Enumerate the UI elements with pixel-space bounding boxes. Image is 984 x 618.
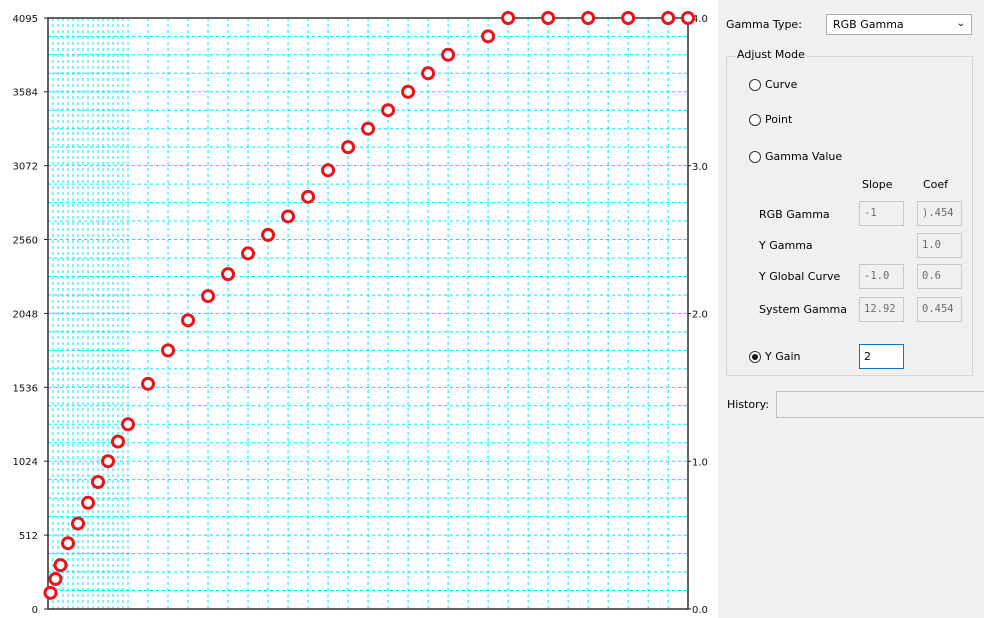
history-field[interactable]	[776, 391, 984, 418]
left-axis-tick-label: 2560	[13, 236, 38, 247]
curve-point[interactable]	[621, 11, 636, 25]
chevron-down-icon: ⌄	[956, 18, 965, 29]
curve-point[interactable]	[161, 343, 176, 358]
curve-point[interactable]	[341, 140, 356, 155]
curve-point[interactable]	[48, 571, 63, 586]
slope-column-header: Slope	[862, 178, 893, 191]
curve-point[interactable]	[301, 189, 316, 204]
right-axis-tick-label: 0.0	[692, 605, 708, 616]
curve-point[interactable]	[321, 163, 336, 178]
gamma-type-label: Gamma Type:	[726, 18, 802, 31]
left-axis-tick-label: 2048	[13, 309, 38, 320]
radio-gamma-value-label: Gamma Value	[765, 150, 843, 163]
gamma-type-dropdown[interactable]: RGB Gamma ⌄	[826, 14, 972, 35]
curve-point[interactable]	[61, 536, 76, 551]
coef-column-header: Coef	[923, 178, 949, 191]
system-gamma-row-label: System Gamma	[759, 303, 847, 316]
curve-point[interactable]	[101, 454, 116, 469]
rgb-gamma-row-label: RGB Gamma	[759, 208, 830, 221]
left-axis-tick-label: 4095	[13, 14, 38, 25]
y-global-curve-slope-field[interactable]: -1.0	[859, 264, 904, 289]
right-axis-tick-label: 3.0	[692, 162, 708, 173]
adjust-mode-title: Adjust Mode	[735, 48, 807, 61]
rgb-gamma-coef-field[interactable]: ).454	[917, 201, 962, 226]
radio-point-label: Point	[765, 113, 793, 126]
y-gain-input[interactable]: 2	[859, 344, 904, 369]
curve-point[interactable]	[581, 11, 596, 25]
curve-point[interactable]	[141, 376, 156, 391]
curve-point[interactable]	[53, 558, 68, 573]
curve-point[interactable]	[541, 11, 556, 25]
radio-curve-circle[interactable]	[749, 79, 761, 91]
y-global-curve-row-label: Y Global Curve	[759, 270, 841, 283]
radio-curve-label: Curve	[765, 78, 798, 91]
rgb-gamma-slope-field[interactable]: -1	[859, 201, 904, 226]
curve-point[interactable]	[661, 11, 676, 25]
left-axis-tick-label: 3584	[13, 88, 38, 99]
radio-y-gain-label: Y Gain	[765, 350, 801, 363]
system-gamma-slope-field[interactable]: 12.92	[859, 297, 904, 322]
curve-point[interactable]	[91, 474, 106, 489]
curve-point[interactable]	[71, 516, 86, 531]
left-axis-tick-label: 3072	[13, 162, 38, 173]
curve-point[interactable]	[481, 29, 496, 44]
curve-point[interactable]	[81, 495, 96, 510]
y-gamma-coef-field[interactable]: 1.0	[917, 233, 962, 258]
left-axis-tick-label: 0	[32, 605, 38, 616]
curve-point[interactable]	[421, 66, 436, 81]
gamma-type-value: RGB Gamma	[833, 18, 904, 31]
curve-point[interactable]	[43, 585, 58, 600]
radio-gamma-value-circle[interactable]	[749, 151, 761, 163]
y-global-curve-coef-field[interactable]: 0.6	[917, 264, 962, 289]
curve-point[interactable]	[241, 246, 256, 261]
curve-point[interactable]	[221, 267, 236, 282]
radio-y-gain-circle[interactable]	[749, 351, 761, 363]
curve-point[interactable]	[261, 227, 276, 242]
curve-point[interactable]	[361, 121, 376, 136]
curve-point[interactable]	[121, 417, 136, 432]
right-axis-tick-label: 2.0	[692, 310, 708, 321]
curve-point[interactable]	[501, 11, 516, 25]
y-gamma-row-label: Y Gamma	[759, 239, 813, 252]
system-gamma-coef-field[interactable]: 0.454	[917, 297, 962, 322]
left-axis-tick-label: 512	[19, 531, 38, 542]
gamma-settings-panel: Gamma Type: RGB Gamma ⌄ Adjust Mode Curv…	[718, 0, 984, 618]
curve-point[interactable]	[201, 289, 216, 304]
curve-point[interactable]	[281, 209, 296, 224]
radio-point-circle[interactable]	[749, 114, 761, 126]
curve-point[interactable]	[681, 11, 695, 25]
left-axis-tick-label: 1024	[13, 457, 38, 468]
left-axis-tick-label: 1536	[13, 383, 38, 394]
curve-point[interactable]	[441, 47, 456, 62]
curve-point[interactable]	[181, 313, 196, 328]
gamma-chart[interactable]: 0 512 1024 1536 2048 2560 3072 3584 4095 0.0 1.0 2.…	[0, 0, 718, 618]
curve-point[interactable]	[381, 103, 396, 118]
curve-point[interactable]	[401, 84, 416, 99]
history-label: History:	[727, 398, 770, 411]
curve-point[interactable]	[111, 434, 126, 449]
right-axis-tick-label: 1.0	[692, 457, 708, 468]
